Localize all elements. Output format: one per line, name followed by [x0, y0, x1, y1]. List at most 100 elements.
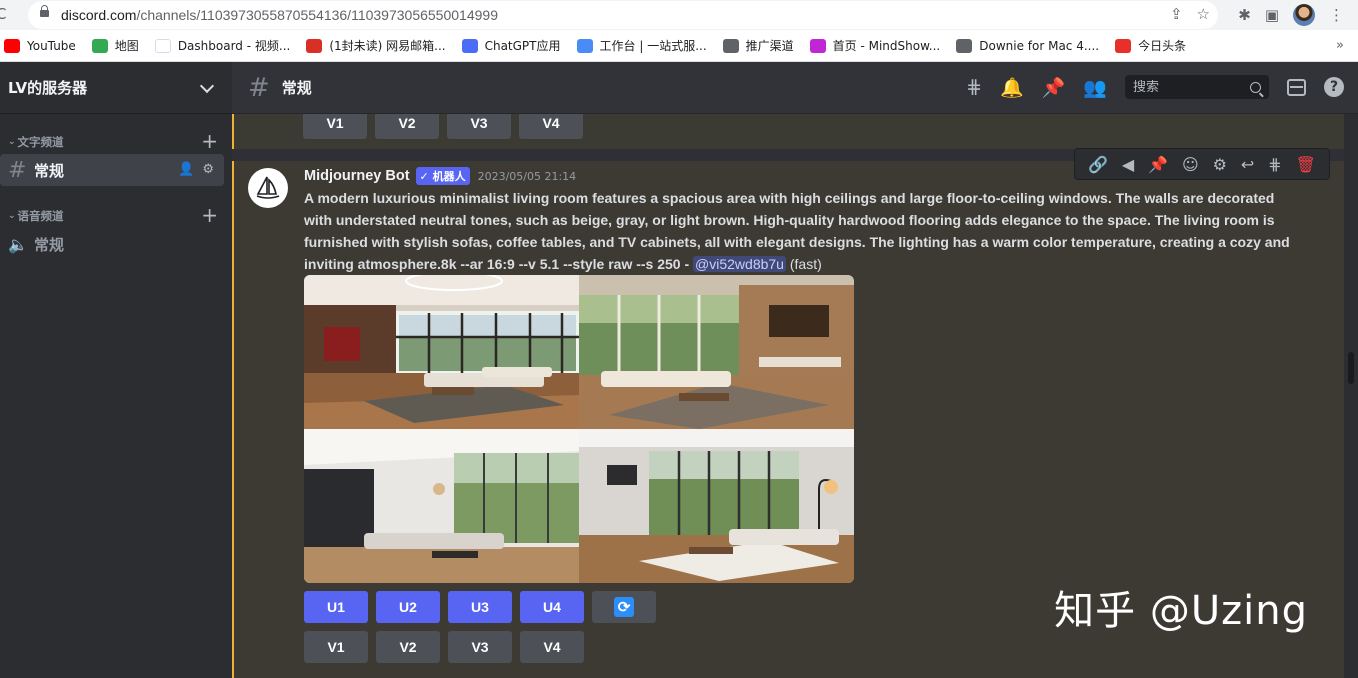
- add-reaction-icon[interactable]: ☺: [1182, 155, 1199, 174]
- category-voice-channels[interactable]: ⌄ 语音频道 +: [8, 203, 218, 227]
- create-channel-icon[interactable]: +: [201, 129, 218, 153]
- variation-v1-button[interactable]: V1: [304, 631, 368, 663]
- message-timestamp[interactable]: 2023/05/05 21:14: [478, 170, 577, 183]
- reload-icon[interactable]: C: [0, 5, 6, 23]
- pin-icon[interactable]: 📌: [1148, 155, 1168, 174]
- bookmark-item[interactable]: Downie for Mac 4....: [956, 38, 1099, 53]
- browser-menu-icon[interactable]: ⋮: [1329, 6, 1344, 24]
- extensions-icon[interactable]: ✱: [1238, 6, 1251, 24]
- voice-channel-item[interactable]: 🔈 常规: [0, 228, 224, 260]
- bell-icon[interactable]: 🔔: [1000, 76, 1024, 99]
- bookmark-favicon-icon: [461, 38, 478, 53]
- variation-v4-button[interactable]: V4: [520, 631, 584, 663]
- discord-app: LV的服务器 ⌄ 文字频道 + # 常规 👤 ⚙ ⌄ 语音频道 + 🔈 常规 #…: [0, 62, 1358, 678]
- bot-badge: ✓ 机器人: [415, 167, 470, 185]
- bookmark-item[interactable]: 首页 - MindShow...: [809, 37, 940, 54]
- sailboat-icon: [256, 176, 280, 199]
- unread-icon[interactable]: ◀: [1122, 155, 1134, 174]
- help-icon[interactable]: ?: [1324, 77, 1344, 97]
- more-bookmarks-icon[interactable]: »: [1336, 38, 1344, 53]
- prev-variation-v1-button[interactable]: V1: [303, 114, 367, 139]
- members-icon[interactable]: 👥: [1083, 76, 1107, 99]
- speaker-icon: 🔈: [8, 234, 28, 254]
- grid-image-4[interactable]: [579, 429, 854, 583]
- prev-variation-v3-button[interactable]: V3: [447, 114, 511, 139]
- variation-v3-button[interactable]: V3: [448, 631, 512, 663]
- bookmark-item[interactable]: YouTube: [4, 38, 76, 53]
- threads-icon[interactable]: ⋕: [966, 76, 982, 98]
- bookmark-favicon-icon: [4, 38, 20, 53]
- prev-variation-v2-button[interactable]: V2: [375, 114, 439, 139]
- reply-icon[interactable]: ↩: [1241, 155, 1254, 174]
- scrollbar[interactable]: [1344, 114, 1358, 678]
- refresh-icon: ⟳: [614, 597, 634, 617]
- bookmark-favicon-icon: [1115, 38, 1132, 53]
- create-channel-icon[interactable]: +: [201, 203, 218, 227]
- bookmark-item[interactable]: 今日头条: [1115, 37, 1186, 54]
- hash-icon: #: [8, 157, 27, 183]
- upscale-u3-button[interactable]: U3: [448, 591, 512, 623]
- message-actions-toolbar: 🔗 ◀ 📌 ☺ ⚙ ↩ ⋕ 🗑: [1074, 148, 1330, 180]
- chevron-icon: ⌄: [8, 137, 16, 147]
- channel-item-general[interactable]: # 常规 👤 ⚙: [0, 154, 224, 186]
- server-header[interactable]: LV的服务器: [0, 62, 232, 114]
- url-text[interactable]: discord.com/channels/1103973055870554136…: [61, 7, 498, 23]
- profile-avatar[interactable]: [1293, 4, 1315, 26]
- lock-icon[interactable]: [40, 5, 49, 20]
- search-icon[interactable]: [1250, 81, 1261, 93]
- grid-image-3[interactable]: [304, 429, 579, 583]
- category-text-channels[interactable]: ⌄ 文字频道 +: [8, 129, 218, 153]
- star-icon[interactable]: ☆: [1197, 5, 1210, 23]
- bookmark-favicon-icon: [306, 38, 323, 53]
- link-icon[interactable]: 🔗: [1088, 155, 1108, 174]
- grid-image-1[interactable]: [304, 275, 579, 429]
- bookmark-item[interactable]: 地图: [91, 37, 139, 54]
- chevron-icon: ⌄: [8, 211, 16, 221]
- midjourney-avatar[interactable]: [248, 168, 288, 208]
- reroll-button[interactable]: ⟳: [592, 591, 656, 623]
- search-box[interactable]: [1125, 75, 1269, 99]
- bookmark-favicon-icon: [154, 38, 171, 53]
- chevron-down-icon[interactable]: [199, 78, 215, 93]
- chat-area: # 常规 ⋕ 🔔 📌 👥 ? V1V2V3V4: [232, 62, 1358, 678]
- scrollbar-thumb[interactable]: [1348, 352, 1354, 384]
- bookmark-favicon-icon: [809, 38, 826, 53]
- bookmark-item[interactable]: 工作台 | 一站式服...: [576, 37, 707, 54]
- watermark: 知乎 @Uzing: [1054, 588, 1308, 634]
- create-thread-icon[interactable]: ⋕: [1268, 155, 1281, 174]
- server-name: LV的服务器: [8, 79, 88, 97]
- upscale-u1-button[interactable]: U1: [304, 591, 368, 623]
- inbox-icon[interactable]: [1287, 78, 1306, 96]
- upscale-u2-button[interactable]: U2: [376, 591, 440, 623]
- bookmark-item[interactable]: Dashboard - 视频...: [154, 37, 290, 54]
- channel-sidebar: LV的服务器 ⌄ 文字频道 + # 常规 👤 ⚙ ⌄ 语音频道 + 🔈 常规: [0, 62, 232, 678]
- variation-v2-button[interactable]: V2: [376, 631, 440, 663]
- hash-icon: #: [248, 72, 270, 103]
- bookmark-favicon-icon: [576, 38, 593, 53]
- bookmark-item[interactable]: (1封未读) 网易邮箱...: [306, 37, 446, 54]
- grid-image-2[interactable]: [579, 275, 854, 429]
- image-grid[interactable]: [304, 275, 854, 583]
- app-icon[interactable]: ⚙: [1213, 155, 1227, 174]
- author-name[interactable]: Midjourney Bot: [304, 168, 410, 184]
- invite-icon[interactable]: 👤: [178, 162, 194, 177]
- delete-icon[interactable]: 🗑: [1296, 155, 1316, 174]
- message-content: A modern luxurious minimalist living roo…: [304, 190, 1290, 272]
- bookmarks-bar: YouTube 地图 Dashboard - 视频... (1封未读) 网易邮箱...…: [0, 30, 1358, 62]
- search-input[interactable]: [1133, 79, 1233, 95]
- upscale-u4-button[interactable]: U4: [520, 591, 584, 623]
- gear-icon[interactable]: ⚙: [202, 162, 214, 177]
- message-list[interactable]: V1 V2 V3 V4 Midjourney Bot ✓ 机器人 2023/05/05…: [232, 114, 1344, 678]
- share-icon[interactable]: ⇪: [1170, 5, 1183, 23]
- message-header: Midjourney Bot ✓ 机器人 2023/05/05 21:14: [304, 167, 576, 185]
- user-mention[interactable]: @vi52wd8b7u: [693, 256, 786, 272]
- side-panel-icon[interactable]: ▣: [1265, 6, 1279, 24]
- speed-label: (fast): [789, 256, 822, 272]
- bookmark-item[interactable]: 推广渠道: [722, 37, 794, 54]
- previous-message: V1 V2 V3 V4: [232, 114, 1344, 149]
- pin-icon[interactable]: 📌: [1042, 76, 1066, 99]
- address-bar[interactable]: discord.com/channels/1103973055870554136…: [28, 1, 1218, 29]
- browser-toolbar: C discord.com/channels/11039730558705541…: [0, 0, 1358, 30]
- prev-variation-v4-button[interactable]: V4: [519, 114, 583, 139]
- bookmark-item[interactable]: ChatGPT应用: [461, 37, 561, 54]
